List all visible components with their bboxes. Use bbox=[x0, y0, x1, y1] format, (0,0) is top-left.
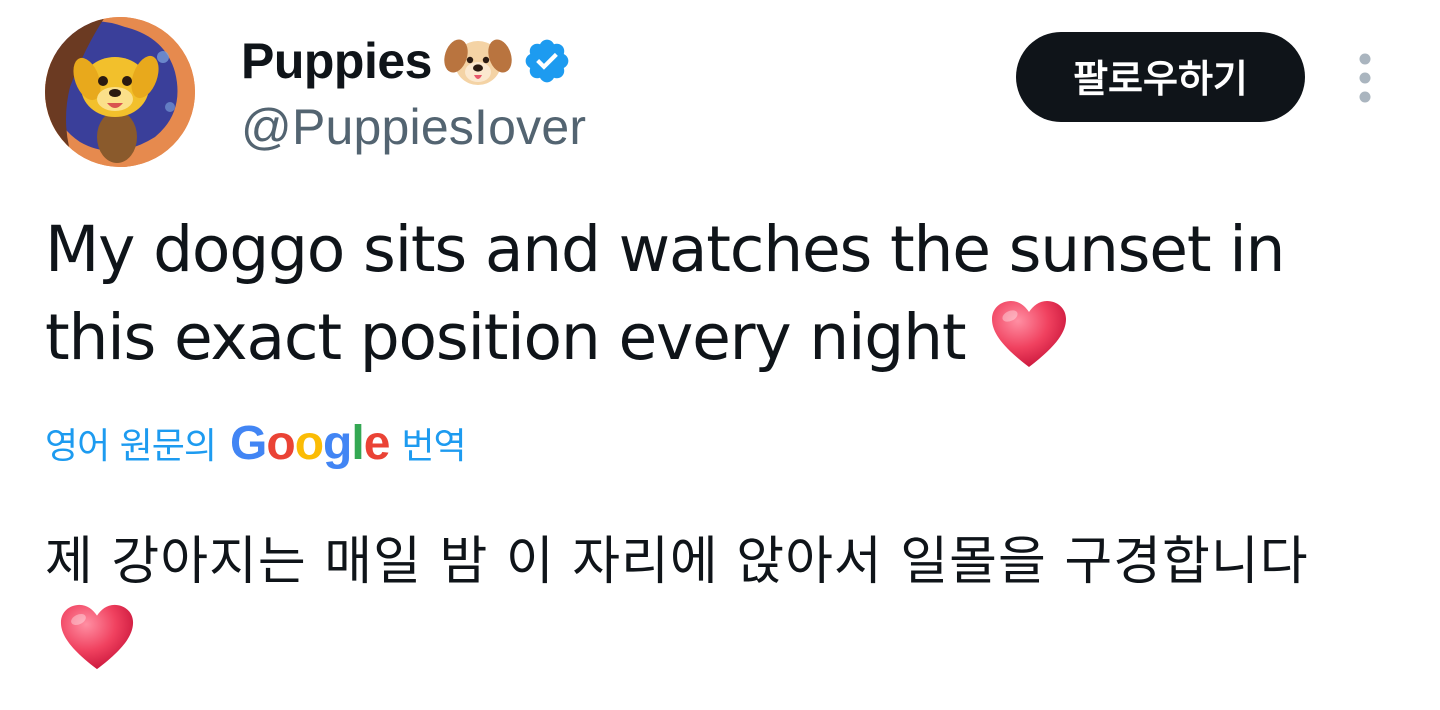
avatar-image bbox=[45, 17, 195, 167]
translated-body: 제 강아지는 매일 밤 이 자리에 앉아서 일몰을 구경합니다 bbox=[45, 532, 1309, 592]
dog-face-emoji-icon bbox=[444, 32, 512, 90]
tweet-body: My doggo sits and watches the sunset in … bbox=[45, 213, 1285, 374]
google-logo: Google bbox=[230, 416, 391, 471]
translate-link[interactable]: 영어 원문의 Google 번역 bbox=[45, 408, 467, 478]
red-heart-icon bbox=[990, 299, 1068, 371]
author-name-row[interactable]: Puppies bbox=[241, 30, 572, 92]
google-letter: e bbox=[363, 416, 391, 470]
translate-prefix: 영어 원문의 bbox=[45, 426, 217, 467]
red-heart-icon bbox=[59, 602, 135, 674]
display-name[interactable]: Puppies bbox=[241, 32, 432, 90]
translate-suffix: 번역 bbox=[401, 426, 466, 467]
author-handle[interactable]: @PuppiesIover bbox=[241, 98, 586, 156]
follow-button[interactable]: 팔로우하기 bbox=[1016, 32, 1305, 122]
google-letter: o bbox=[294, 416, 324, 470]
more-vertical-icon[interactable] bbox=[1348, 50, 1382, 106]
verified-badge-icon[interactable] bbox=[522, 36, 572, 86]
google-letter: o bbox=[266, 416, 295, 470]
google-letter: l bbox=[351, 416, 364, 470]
translated-text: 제 강아지는 매일 밤 이 자리에 앉아서 일몰을 구경합니다 bbox=[45, 522, 1385, 683]
google-letter: G bbox=[230, 416, 267, 470]
avatar[interactable] bbox=[45, 17, 195, 167]
tweet-text: My doggo sits and watches the sunset in … bbox=[45, 206, 1385, 382]
google-letter: g bbox=[323, 416, 352, 470]
